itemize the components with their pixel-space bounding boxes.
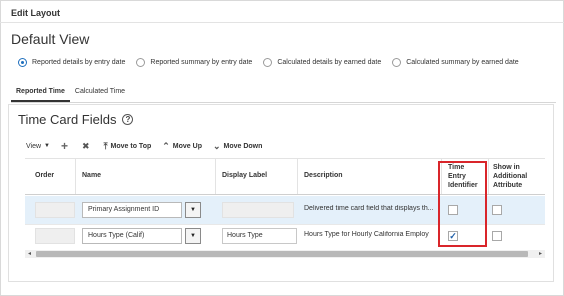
title-divider — [0, 22, 564, 23]
section-title: Time Card Fields ? — [18, 112, 134, 127]
chevron-down-icon: ▼ — [44, 143, 50, 149]
display-label-input[interactable]: Hours Type — [222, 228, 297, 244]
order-input[interactable] — [35, 202, 75, 218]
view-menu-button[interactable]: View ▼ — [26, 143, 50, 150]
description-text: Delivered time card field that displays … — [304, 205, 434, 212]
table-toolbar: View ▼ + ✖ ⤒ Move to Top ⌃ Move Up ⌄ Mov… — [26, 139, 273, 153]
add-row-button[interactable]: + — [61, 139, 71, 153]
move-down-icon: ⌄ — [212, 140, 221, 151]
column-separator — [297, 158, 298, 194]
tab-reported-time[interactable]: Reported Time — [11, 86, 70, 102]
radio-selected-icon[interactable] — [18, 57, 27, 67]
radio-label: Reported summary by entry date — [150, 58, 253, 66]
move-up-label: Move Up — [172, 142, 202, 150]
radio-calculated-summary[interactable]: Calculated summary by earned date — [392, 57, 519, 67]
radio-calculated-details[interactable]: Calculated details by earned date — [263, 57, 382, 67]
scrollbar-thumb[interactable] — [36, 251, 528, 257]
column-separator — [488, 158, 489, 194]
radio-reported-summary[interactable]: Reported summary by entry date — [136, 57, 253, 67]
move-to-top-icon: ⤒ — [103, 140, 108, 151]
column-header-display-label[interactable]: Display Label — [222, 172, 267, 179]
header-line: Show in — [493, 164, 520, 171]
column-header-order[interactable]: Order — [35, 172, 54, 179]
tab-divider — [11, 102, 556, 103]
column-separator — [215, 158, 216, 194]
move-down-button[interactable]: ⌄ Move Down — [213, 141, 262, 152]
scroll-left-icon[interactable]: ◂ — [28, 250, 31, 258]
help-icon[interactable]: ? — [122, 114, 134, 125]
radio-unselected-icon[interactable] — [136, 57, 146, 67]
move-up-button[interactable]: ⌃ Move Up — [162, 141, 202, 152]
column-separator — [75, 158, 76, 194]
column-header-description[interactable]: Description — [304, 172, 343, 179]
radio-reported-details[interactable]: Reported details by entry date — [18, 57, 126, 67]
delete-icon: ✖ — [82, 140, 90, 151]
view-title: Default View — [11, 31, 90, 47]
horizontal-scrollbar[interactable]: ◂ ▸ — [25, 250, 545, 258]
name-select[interactable]: Hours Type (Calif) — [82, 228, 182, 244]
view-menu-label: View — [26, 142, 42, 150]
move-up-icon: ⌃ — [162, 140, 170, 151]
time-entry-identifier-highlight — [438, 161, 487, 247]
dropdown-arrow-icon[interactable]: ▼ — [185, 228, 201, 244]
radio-unselected-icon[interactable] — [392, 57, 402, 67]
move-to-top-label: Move to Top — [110, 142, 152, 150]
radio-unselected-icon[interactable] — [263, 57, 273, 67]
section-title-text: Time Card Fields — [18, 112, 117, 127]
column-header-show-additional-attribute[interactable]: Show in Additional Attribute — [493, 163, 527, 190]
move-down-label: Move Down — [223, 142, 263, 150]
add-icon: + — [61, 139, 69, 153]
column-header-name[interactable]: Name — [82, 172, 101, 179]
show-additional-attribute-checkbox[interactable] — [492, 205, 502, 215]
table-header-top-border — [25, 158, 545, 159]
radio-label: Calculated details by earned date — [277, 58, 382, 66]
move-to-top-button[interactable]: ⤒ Move to Top — [104, 141, 152, 152]
tab-bar: Reported Time Calculated Time — [11, 86, 130, 102]
show-additional-attribute-checkbox[interactable] — [492, 231, 502, 241]
view-option-radio-group: Reported details by entry date Reported … — [18, 56, 530, 68]
delete-row-button[interactable]: ✖ — [82, 141, 93, 152]
dropdown-arrow-icon[interactable]: ▼ — [185, 202, 201, 218]
radio-label: Reported details by entry date — [32, 58, 126, 66]
order-input[interactable] — [35, 228, 75, 244]
scroll-right-icon[interactable]: ▸ — [539, 250, 542, 258]
description-text: Hours Type for Hourly California Employ — [304, 231, 429, 238]
radio-label: Calculated summary by earned date — [406, 58, 519, 66]
header-line: Additional — [493, 173, 528, 180]
display-label-input[interactable] — [222, 202, 294, 218]
page-title: Edit Layout — [11, 8, 60, 18]
header-line: Attribute — [493, 182, 523, 189]
name-select[interactable]: Primary Assignment ID — [82, 202, 182, 218]
tab-calculated-time[interactable]: Calculated Time — [70, 86, 130, 102]
